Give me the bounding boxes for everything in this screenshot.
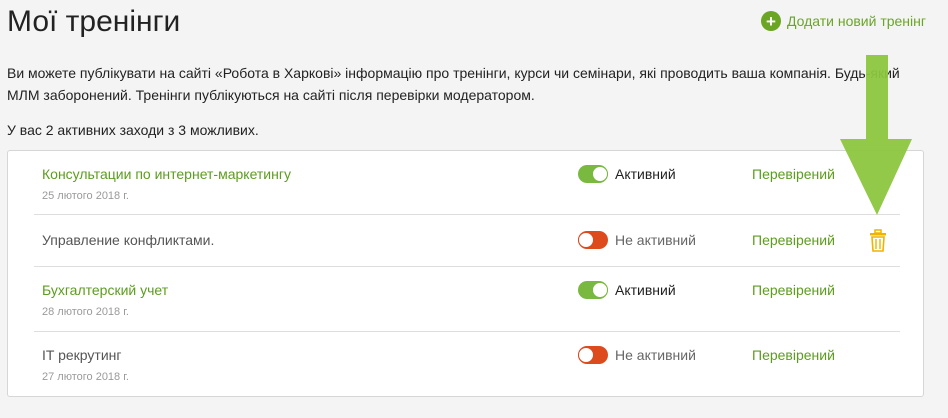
status-label: Не активний	[615, 232, 696, 248]
training-row: Бухгалтерский учет 28 лютого 2018 г. Акт…	[34, 267, 900, 332]
verification-status: Перевірений	[752, 347, 835, 363]
intro-text: Ви можете публікувати на сайті «Робота в…	[7, 65, 900, 103]
training-title-link[interactable]: Бухгалтерский учет	[42, 281, 168, 299]
down-arrow-icon	[840, 55, 912, 215]
toggle-knob	[578, 347, 594, 363]
verification-status: Перевірений	[752, 232, 835, 248]
training-title-link[interactable]: Консультации по интернет-маркетингу	[42, 165, 291, 183]
add-training-button[interactable]: + Додати новий тренінг	[760, 11, 926, 31]
status-label: Не активний	[615, 347, 696, 363]
verification-status: Перевірений	[752, 282, 835, 298]
page-title: Мої тренінги	[7, 5, 181, 38]
training-date: 25 лютого 2018 г.	[42, 190, 129, 202]
training-row: Управление конфликтами. Не активний Пере…	[34, 215, 900, 267]
training-title-link[interactable]: IT рекрутинг	[42, 346, 121, 364]
toggle-knob	[592, 282, 608, 298]
trash-icon[interactable]	[868, 229, 888, 253]
toggle-knob	[592, 166, 608, 182]
training-date: 27 лютого 2018 г.	[42, 371, 129, 383]
status-toggle[interactable]	[578, 346, 608, 364]
add-training-label: Додати новий тренінг	[786, 13, 926, 29]
training-row: IT рекрутинг 27 лютого 2018 г. Не активн…	[34, 332, 900, 397]
active-count-text: У вас 2 активних заходи з 3 можливих.	[7, 122, 259, 138]
status-toggle[interactable]	[578, 231, 608, 249]
status-label: Активний	[615, 166, 676, 182]
toggle-knob	[578, 232, 594, 248]
training-title-link[interactable]: Управление конфликтами.	[42, 231, 214, 249]
trainings-list: Консультации по интернет-маркетингу 25 л…	[7, 150, 924, 397]
training-row: Консультации по интернет-маркетингу 25 л…	[34, 151, 900, 215]
plus-circle-icon: +	[760, 11, 781, 31]
training-date: 28 лютого 2018 г.	[42, 306, 129, 318]
verification-status: Перевірений	[752, 166, 835, 182]
status-label: Активний	[615, 282, 676, 298]
status-toggle[interactable]	[578, 165, 608, 183]
status-toggle[interactable]	[578, 281, 608, 299]
